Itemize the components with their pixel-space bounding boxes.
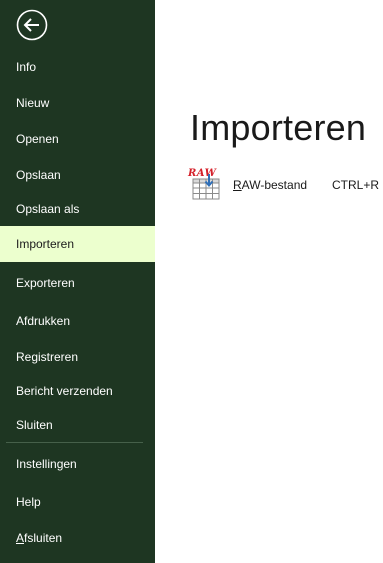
- menu-item-label: Sluiten: [16, 418, 53, 432]
- menu-item-registreren[interactable]: Registreren: [0, 339, 155, 375]
- menu-item-label: Bericht verzenden: [16, 384, 113, 398]
- back-arrow-icon: [16, 9, 48, 41]
- import-raw-file-option[interactable]: RAW RAW-bestand CTRL+R: [186, 166, 383, 202]
- svg-text:RAW: RAW: [187, 168, 218, 179]
- menu-item-label-rest: fsluiten: [24, 531, 63, 545]
- menu-item-label: Openen: [16, 132, 59, 146]
- menu-item-label: Opslaan: [16, 168, 61, 182]
- menu-item-help[interactable]: Help: [0, 484, 155, 520]
- menu-item-exporteren[interactable]: Exporteren: [0, 265, 155, 301]
- menu-item-label: Afsluiten: [16, 531, 62, 545]
- menu-item-info[interactable]: Info: [0, 49, 155, 85]
- menu-item-label: Exporteren: [16, 276, 75, 290]
- sidebar-separator: [6, 442, 143, 443]
- menu-item-opslaan-als[interactable]: Opslaan als: [0, 191, 155, 227]
- menu-item-sluiten[interactable]: Sluiten: [0, 407, 155, 443]
- menu-item-nieuw[interactable]: Nieuw: [0, 85, 155, 121]
- menu-item-instellingen[interactable]: Instellingen: [0, 446, 155, 482]
- back-button[interactable]: [16, 9, 48, 41]
- menu-item-label: Instellingen: [16, 457, 77, 471]
- menu-item-label: Registreren: [16, 350, 79, 364]
- menu-item-opslaan[interactable]: Opslaan: [0, 157, 155, 193]
- option-label-rest: AW-bestand: [241, 178, 308, 192]
- menu-item-bericht-verzenden[interactable]: Bericht verzenden: [0, 373, 155, 409]
- keyboard-shortcut: CTRL+R: [332, 178, 380, 192]
- menu-item-afdrukken[interactable]: Afdrukken: [0, 303, 155, 339]
- accelerator-key: R: [233, 178, 242, 192]
- option-label: RAW-bestand: [233, 178, 307, 192]
- menu-item-label: Help: [16, 495, 41, 509]
- menu-item-label: Opslaan als: [16, 202, 80, 216]
- page-title: Importeren: [190, 107, 367, 148]
- menu-item-importeren[interactable]: Importeren: [0, 226, 155, 262]
- menu-item-afsluiten[interactable]: Afsluiten: [0, 520, 155, 556]
- backstage-sidebar: Info Nieuw Openen Opslaan Opslaan als Im…: [0, 0, 155, 563]
- raw-file-icon: RAW: [187, 168, 220, 200]
- menu-item-label: Afdrukken: [16, 314, 71, 328]
- menu-item-label: Nieuw: [16, 96, 50, 110]
- menu-item-label: Importeren: [16, 237, 75, 251]
- accelerator-key: A: [16, 531, 25, 545]
- menu-item-openen[interactable]: Openen: [0, 121, 155, 157]
- menu-item-label: Info: [16, 60, 37, 74]
